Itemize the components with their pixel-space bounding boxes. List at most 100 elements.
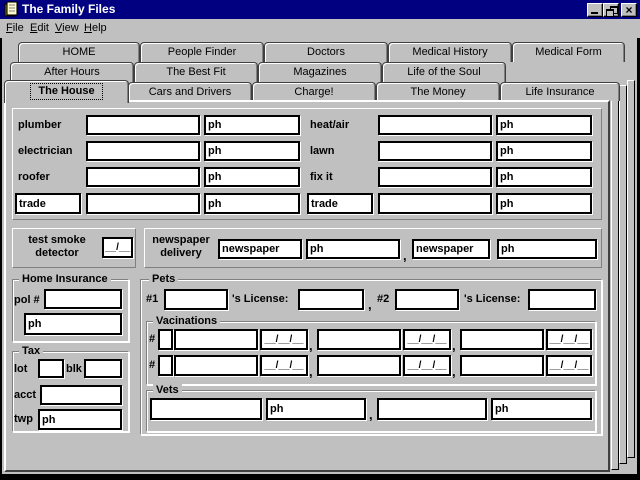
roofer-phone-input[interactable] [204,167,300,187]
roofer-label: roofer [18,171,50,183]
lawn-name-input[interactable] [378,141,492,161]
trade1-name-input[interactable] [86,193,200,214]
tab-after-hours[interactable]: After Hours [10,62,134,82]
acct-input[interactable] [40,385,122,405]
vet2-phone-input[interactable] [491,398,592,420]
pet1-license-input[interactable] [298,289,364,310]
pol-number-label: pol # [14,294,40,306]
roofer-name-input[interactable] [86,167,200,187]
trade2-label-input[interactable] [307,193,373,214]
vacc-name-input[interactable] [317,329,401,350]
window-title: The Family Files [22,2,115,16]
tab-doctors[interactable]: Doctors [264,42,388,62]
separator-comma: , [403,248,407,263]
menu-item-view[interactable]: View [55,22,79,34]
trade1-phone-input[interactable] [204,193,300,214]
tab-life-insurance[interactable]: Life Insurance [500,82,620,101]
separator-comma: , [452,338,456,353]
menu-item-edit[interactable]: Edit [30,22,49,34]
menu-item-help[interactable]: Help [84,22,107,34]
tab-medical-history[interactable]: Medical History [388,42,512,62]
pet2-label: #2 [377,293,389,305]
tab-charge[interactable]: Charge! [252,82,376,101]
tax-title: Tax [19,345,43,358]
fix-it-label: fix it [310,171,333,183]
app-window: The Family Files × File Edit View Help H… [0,0,640,480]
heat-air-name-input[interactable] [378,115,492,135]
vacc-num-input[interactable] [158,329,173,350]
fix-it-name-input[interactable] [378,167,492,187]
plumber-phone-input[interactable] [204,115,300,135]
vaccinations-title: Vacinations [153,315,220,328]
tab-cars-and-drivers[interactable]: Cars and Drivers [128,82,252,101]
title-bar: The Family Files × [0,0,640,19]
trade1-label-input[interactable] [15,193,81,214]
pet1-label: #1 [146,293,158,305]
vacc-num-input[interactable] [158,355,173,376]
vacc-name-input[interactable] [174,329,258,350]
close-button[interactable]: × [621,3,637,17]
separator-comma: , [452,364,456,379]
tab-home[interactable]: HOME [18,42,140,62]
vacc-date-input[interactable] [403,329,451,350]
page-stack-edge [611,90,619,470]
restore-button[interactable] [603,3,619,17]
active-tab-label: The House [30,83,102,100]
plumber-name-input[interactable] [86,115,200,135]
vet1-phone-input[interactable] [266,398,366,420]
newspaper1-name-input[interactable] [218,239,302,259]
fix-it-phone-input[interactable] [496,167,592,187]
home-insurance-phone-input[interactable] [24,313,122,335]
window-edge-bottom [0,474,640,480]
vacc-row-label: # [149,359,155,371]
vacc-name-input[interactable] [460,329,544,350]
newspaper1-phone-input[interactable] [306,239,400,259]
pet1-name-input[interactable] [164,289,228,310]
vet2-name-input[interactable] [377,398,487,420]
blk-label: blk [66,363,82,375]
vet1-name-input[interactable] [150,398,262,420]
vacc-date-input[interactable] [546,355,592,376]
trade2-name-input[interactable] [378,193,492,214]
pet2-license-input[interactable] [528,289,596,310]
pol-number-input[interactable] [44,289,122,309]
tab-people-finder[interactable]: People Finder [140,42,264,62]
vacc-date-input[interactable] [546,329,592,350]
minimize-button[interactable] [587,3,603,17]
vacc-name-input[interactable] [317,355,401,376]
window-edge-left [0,38,2,480]
smoke-date-input[interactable] [102,237,133,258]
lawn-phone-input[interactable] [496,141,592,161]
vacc-date-input[interactable] [403,355,451,376]
tab-life-of-the-soul[interactable]: Life of the Soul [382,62,506,82]
tab-magazines[interactable]: Magazines [258,62,382,82]
blk-input[interactable] [84,359,122,378]
trade2-phone-input[interactable] [496,193,592,214]
separator-comma: , [309,338,313,353]
tab-the-money[interactable]: The Money [376,82,500,101]
vacc-name-input[interactable] [460,355,544,376]
separator-comma: , [368,297,372,312]
newspaper-delivery-label: newspaperdelivery [147,234,215,260]
electrician-name-input[interactable] [86,141,200,161]
vacc-date-input[interactable] [260,355,308,376]
vacc-date-input[interactable] [260,329,308,350]
vacc-name-input[interactable] [174,355,258,376]
plumber-label: plumber [18,119,61,131]
pet2-name-input[interactable] [395,289,459,310]
newspaper2-name-input[interactable] [412,239,490,259]
vacc-row-label: # [149,333,155,345]
newspaper2-phone-input[interactable] [497,239,597,259]
pets-title: Pets [149,273,178,286]
menu-item-file[interactable]: File [6,22,24,34]
notebook-icon [3,1,19,17]
electrician-phone-input[interactable] [204,141,300,161]
tab-medical-form[interactable]: Medical Form [512,42,625,62]
heat-air-phone-input[interactable] [496,115,592,135]
pet1-license-label: 's License: [232,293,288,305]
tab-the-best-fit[interactable]: The Best Fit [134,62,258,82]
twp-phone-input[interactable] [38,409,122,430]
lot-input[interactable] [38,359,64,378]
tab-the-house[interactable]: The House [4,80,129,103]
close-icon: × [622,4,636,16]
